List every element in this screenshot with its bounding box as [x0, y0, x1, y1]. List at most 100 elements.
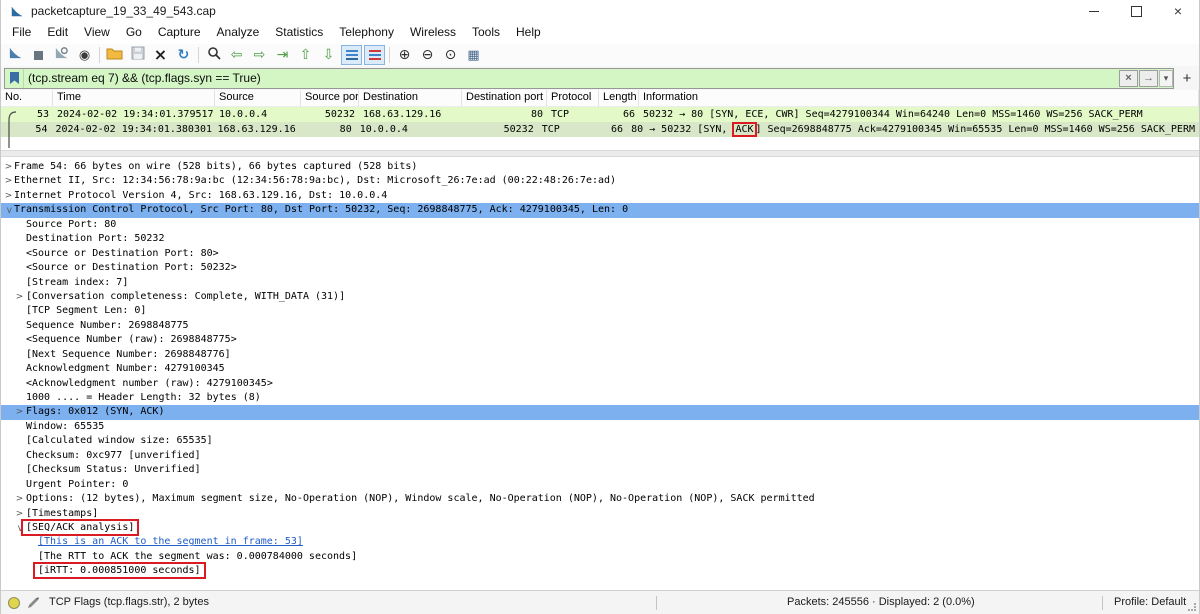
maximize-button[interactable] [1115, 0, 1157, 22]
detail-row[interactable]: [TCP Segment Len: 0] [1, 304, 1199, 318]
menu-item-wireless[interactable]: Wireless [402, 22, 464, 43]
detail-row[interactable]: <Sequence Number (raw): 2698848775> [1, 333, 1199, 347]
detail-row[interactable]: [This is an ACK to the segment in frame:… [1, 535, 1199, 549]
open-file-button[interactable] [104, 45, 125, 65]
detail-row[interactable]: [Stream index: 7] [1, 276, 1199, 290]
detail-row[interactable]: <Source or Destination Port: 80> [1, 247, 1199, 261]
collapse-icon[interactable]: > [1, 206, 15, 215]
filter-text[interactable]: (tcp.stream eq 7) && (tcp.flags.syn == T… [24, 71, 1119, 85]
zoom-reset-button[interactable]: ⊙ [440, 45, 461, 65]
detail-row[interactable]: 1000 .... = Header Length: 32 bytes (8) [1, 391, 1199, 405]
pane-splitter[interactable] [1, 150, 1199, 157]
column-header-dport[interactable]: Destination port [462, 90, 547, 106]
expand-icon[interactable]: > [4, 189, 13, 203]
packet-count-info: Packets: 245556 · Displayed: 2 (0.0%) [787, 591, 975, 614]
capture-options-button[interactable] [51, 45, 72, 65]
detail-row[interactable]: Sequence Number: 2698848775 [1, 319, 1199, 333]
packet-row[interactable]: 532024-02-02 19:34:01.37951710.0.0.45023… [1, 107, 1199, 122]
resize-columns-button[interactable]: ▦ [463, 45, 484, 65]
detail-row[interactable]: >Options: (12 bytes), Maximum segment si… [1, 492, 1199, 506]
detail-row[interactable]: Destination Port: 50232 [1, 232, 1199, 246]
detail-row[interactable]: Urgent Pointer: 0 [1, 478, 1199, 492]
detail-row[interactable]: >[Conversation completeness: Complete, W… [1, 290, 1199, 304]
detail-row[interactable]: <Acknowledgment number (raw): 4279100345… [1, 377, 1199, 391]
packet-row[interactable]: 542024-02-02 19:34:01.380301168.63.129.1… [1, 122, 1199, 137]
detail-row[interactable]: <Source or Destination Port: 50232> [1, 261, 1199, 275]
filter-dropdown-button[interactable]: ▾ [1159, 70, 1173, 87]
detail-row[interactable]: >[Timestamps] [1, 507, 1199, 521]
zoom-out-button[interactable]: ⊖ [417, 45, 438, 65]
filter-bookmark-button[interactable] [5, 69, 24, 88]
expand-icon[interactable]: > [15, 290, 24, 304]
filter-clear-button[interactable]: × [1119, 70, 1138, 87]
display-filter-input[interactable]: (tcp.stream eq 7) && (tcp.flags.syn == T… [4, 68, 1174, 89]
go-back-button[interactable]: ⇦ [226, 45, 247, 65]
menu-item-analyze[interactable]: Analyze [209, 22, 268, 43]
close-file-button[interactable]: × [150, 45, 171, 65]
expand-icon[interactable]: > [15, 405, 24, 419]
cell-sport: 50232 [301, 107, 359, 122]
detail-row[interactable]: [Checksum Status: Unverified] [1, 463, 1199, 477]
detail-row[interactable]: Acknowledgment Number: 4279100345 [1, 362, 1199, 376]
reload-file-button[interactable]: ↻ [173, 45, 194, 65]
expand-icon[interactable]: > [15, 492, 24, 506]
detail-row[interactable]: Checksum: 0xc977 [unverified] [1, 449, 1199, 463]
go-forward-button[interactable]: ⇨ [249, 45, 270, 65]
column-header-len[interactable]: Length [599, 90, 639, 106]
menu-item-tools[interactable]: Tools [464, 22, 508, 43]
menu-item-view[interactable]: View [76, 22, 118, 43]
cell-dest: 168.63.129.16 [359, 107, 462, 122]
toolbar-separator [198, 47, 199, 63]
save-file-button[interactable] [127, 45, 148, 65]
detail-row[interactable]: Source Port: 80 [1, 218, 1199, 232]
detail-row[interactable]: >Internet Protocol Version 4, Src: 168.6… [1, 189, 1199, 203]
detail-row[interactable]: >Ethernet II, Src: 12:34:56:78:9a:bc (12… [1, 174, 1199, 188]
go-first-button[interactable]: ⇧ [295, 45, 316, 65]
menu-item-help[interactable]: Help [508, 22, 549, 43]
expand-icon[interactable]: > [4, 174, 13, 188]
detail-row[interactable]: [Calculated window size: 65535] [1, 434, 1199, 448]
detail-row[interactable]: >Transmission Control Protocol, Src Port… [1, 203, 1199, 217]
go-to-packet-button[interactable]: ⇥ [272, 45, 293, 65]
filter-apply-button[interactable]: → [1139, 70, 1158, 87]
info-text: 80 → 50232 [SYN, [631, 124, 733, 135]
capture-comment-icon[interactable] [27, 596, 39, 612]
column-header-sport[interactable]: Source port [301, 90, 359, 106]
expert-info-icon[interactable] [8, 597, 20, 609]
zoom-in-button[interactable]: ⊕ [394, 45, 415, 65]
menu-item-capture[interactable]: Capture [150, 22, 209, 43]
column-header-no[interactable]: No. [1, 90, 53, 106]
column-header-source[interactable]: Source [215, 90, 301, 106]
detail-row[interactable]: >Frame 54: 66 bytes on wire (528 bits), … [1, 160, 1199, 174]
detail-row[interactable]: >Flags: 0x012 (SYN, ACK) [1, 405, 1199, 419]
start-capture-button[interactable] [5, 45, 26, 65]
detail-row[interactable]: Window: 65535 [1, 420, 1199, 434]
find-packet-button[interactable] [203, 45, 224, 65]
close-button[interactable]: × [1157, 0, 1199, 22]
restart-capture-button[interactable]: ◉ [74, 45, 95, 65]
menu-item-telephony[interactable]: Telephony [331, 22, 402, 43]
column-header-info[interactable]: Information [639, 90, 1199, 106]
detail-row[interactable]: >[SEQ/ACK analysis] [1, 521, 1199, 535]
colorize-button[interactable] [364, 45, 385, 65]
detail-row[interactable]: [Next Sequence Number: 2698848776] [1, 348, 1199, 362]
stop-capture-button[interactable] [28, 45, 49, 65]
column-header-proto[interactable]: Protocol [547, 90, 599, 106]
resize-grip[interactable] [1188, 603, 1196, 611]
go-last-button[interactable]: ⇩ [318, 45, 339, 65]
menu-item-edit[interactable]: Edit [39, 22, 76, 43]
detail-text: [Next Sequence Number: 2698848776] [26, 349, 231, 360]
menu-item-file[interactable]: File [4, 22, 39, 43]
minimize-button[interactable] [1073, 0, 1115, 22]
menu-item-go[interactable]: Go [118, 22, 150, 43]
column-header-dest[interactable]: Destination [359, 90, 462, 106]
column-header-time[interactable]: Time [53, 90, 215, 106]
menu-item-statistics[interactable]: Statistics [267, 22, 331, 43]
add-filter-button[interactable]: + [1178, 70, 1196, 87]
profile-info[interactable]: Profile: Default [1114, 591, 1186, 614]
detail-link[interactable]: [This is an ACK to the segment in frame:… [38, 536, 303, 547]
detail-row[interactable]: [iRTT: 0.000851000 seconds] [1, 564, 1199, 578]
auto-scroll-button[interactable] [341, 45, 362, 65]
expand-icon[interactable]: > [4, 160, 13, 174]
detail-text: Window: 65535 [26, 421, 104, 432]
